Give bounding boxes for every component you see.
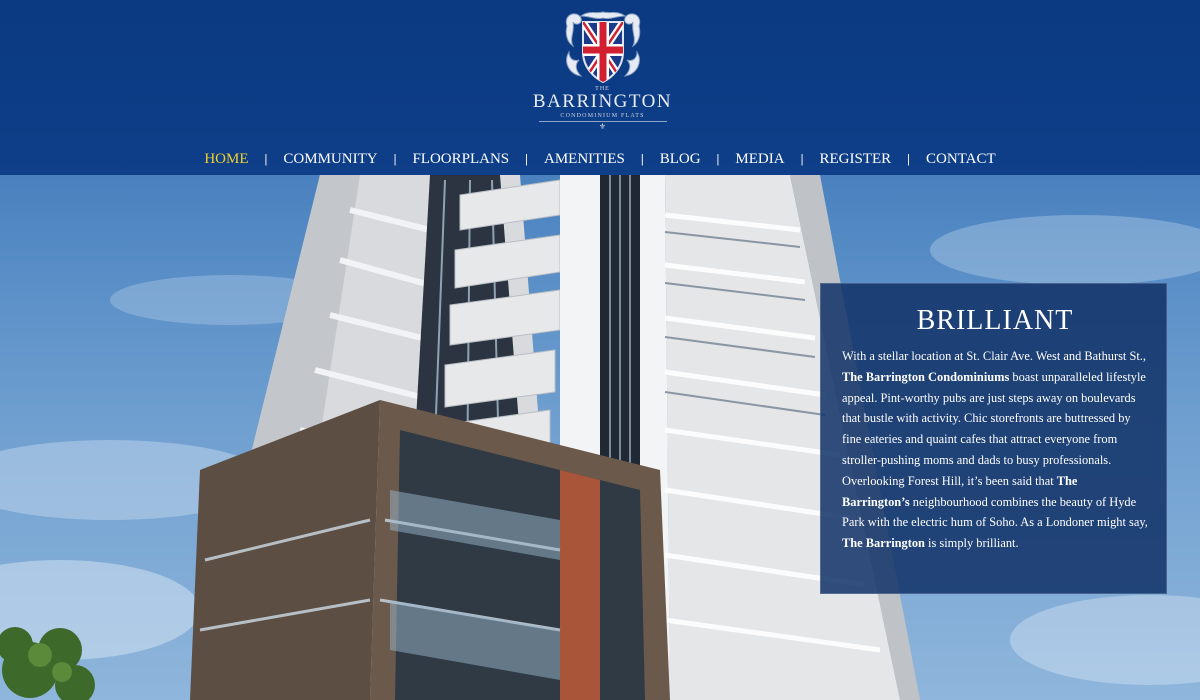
nav-separator: | [393, 151, 397, 166]
nav-amenities[interactable]: AMENITIES [544, 151, 625, 168]
panel-title: BRILLIANT [916, 305, 1074, 336]
nav-floorplans[interactable]: FLOORPLANS [412, 151, 509, 168]
site-header: THE BARRINGTON CONDOMINIUM FLATS ⚜ HOME … [0, 0, 1200, 175]
nav-separator: | [716, 151, 720, 166]
main-nav: HOME | COMMUNITY | FLOORPLANS | AMENITIE… [0, 146, 1200, 172]
union-jack-crest-icon [565, 11, 640, 84]
panel-text-4: is simply brilliant. [924, 536, 1019, 551]
panel-text-2: boast unparalleled lifestyle appeal. Pin… [842, 369, 1146, 488]
nav-register[interactable]: REGISTER [819, 151, 891, 168]
fleur-de-lis-icon: ⚜ [598, 122, 607, 131]
brand-logo[interactable]: THE BARRINGTON CONDOMINIUM FLATS ⚜ [530, 8, 675, 131]
nav-blog[interactable]: BLOG [660, 151, 701, 168]
nav-media[interactable]: MEDIA [735, 151, 784, 168]
panel-body: With a stellar location at St. Clair Ave… [842, 346, 1148, 554]
nav-separator: | [800, 151, 804, 166]
brand-subtitle: CONDOMINIUM FLATS [538, 112, 667, 122]
panel-text-1: With a stellar location at St. Clair Ave… [842, 349, 1146, 363]
nav-home[interactable]: HOME [204, 151, 248, 168]
nav-community[interactable]: COMMUNITY [283, 151, 377, 168]
panel-bold-1: The Barrington Condominiums [842, 369, 1010, 384]
nav-separator: | [640, 151, 644, 166]
brilliant-panel: BRILLIANT With a stellar location at St.… [820, 283, 1167, 594]
nav-separator: | [907, 151, 911, 166]
brand-name: BARRINGTON [532, 91, 673, 112]
panel-bold-3: The Barrington [842, 536, 925, 551]
nav-separator: | [525, 151, 528, 166]
nav-contact[interactable]: CONTACT [926, 151, 996, 168]
nav-separator: | [264, 151, 268, 166]
